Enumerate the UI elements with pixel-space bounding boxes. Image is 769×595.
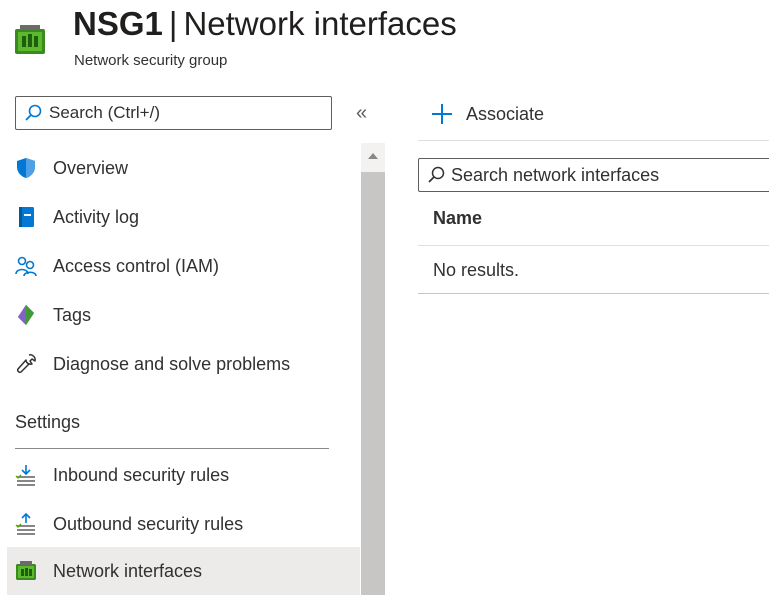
tag-icon bbox=[18, 305, 34, 325]
page-title: NSG1 | Network interfaces bbox=[73, 2, 457, 46]
sidebar-scrollbar-thumb[interactable] bbox=[361, 172, 385, 595]
network-interface-icon bbox=[16, 561, 36, 580]
search-placeholder: Search network interfaces bbox=[451, 164, 660, 185]
table-bottom-divider bbox=[418, 293, 769, 294]
sidebar-item-inbound-rules[interactable]: Inbound security rules bbox=[7, 451, 360, 499]
section-divider bbox=[15, 448, 329, 449]
sidebar-item-label: Outbound security rules bbox=[53, 513, 244, 534]
sidebar-item-label: Tags bbox=[53, 304, 92, 325]
sidebar-item-label: Network interfaces bbox=[53, 560, 203, 581]
sidebar-item-label: Activity log bbox=[53, 206, 140, 227]
sidebar-item-access-control[interactable]: Access control (IAM) bbox=[7, 242, 360, 290]
sidebar-item-label: Overview bbox=[53, 157, 129, 178]
associate-label: Associate bbox=[466, 103, 545, 124]
network-interfaces-search-input[interactable]: Search network interfaces bbox=[418, 158, 769, 192]
network-security-group-icon bbox=[14, 24, 46, 56]
section-settings-label: Settings bbox=[15, 412, 81, 432]
scroll-up-arrow-icon[interactable] bbox=[366, 150, 380, 162]
sidebar-item-label: Access control (IAM) bbox=[53, 255, 220, 276]
column-header-name[interactable]: Name bbox=[433, 208, 482, 229]
resource-name: NSG1 bbox=[73, 5, 163, 42]
sidebar-item-label: Diagnose and solve problems bbox=[53, 353, 291, 374]
table-header-divider bbox=[418, 245, 769, 246]
sidebar-search-input[interactable]: Search (Ctrl+/) bbox=[15, 96, 332, 130]
sidebar-item-tags[interactable]: Tags bbox=[7, 291, 360, 339]
title-separator: | bbox=[168, 5, 178, 42]
sidebar-item-network-interfaces[interactable]: Network interfaces bbox=[7, 547, 360, 595]
empty-state-text: No results. bbox=[433, 260, 520, 280]
sidebar-item-label: Inbound security rules bbox=[53, 464, 230, 485]
search-icon bbox=[428, 166, 445, 183]
sidebar-item-outbound-rules[interactable]: Outbound security rules bbox=[7, 500, 360, 548]
plus-icon bbox=[432, 104, 452, 124]
resource-type: Network security group bbox=[74, 52, 228, 69]
activity-log-icon bbox=[19, 207, 34, 227]
sidebar-item-overview[interactable]: Overview bbox=[7, 144, 360, 192]
shield-icon bbox=[17, 158, 35, 178]
sidebar-search-placeholder: Search (Ctrl+/) bbox=[49, 103, 160, 122]
toolbar-divider bbox=[418, 140, 769, 141]
collapse-sidebar-button[interactable]: « bbox=[356, 101, 367, 125]
page-name: Network interfaces bbox=[183, 5, 457, 42]
inbound-rules-icon bbox=[15, 465, 35, 486]
sidebar-item-activity-log[interactable]: Activity log bbox=[7, 193, 360, 241]
people-icon bbox=[15, 256, 37, 277]
wrench-icon bbox=[17, 354, 36, 373]
associate-button[interactable]: Associate bbox=[430, 98, 544, 130]
sidebar-item-diagnose[interactable]: Diagnose and solve problems bbox=[7, 340, 360, 388]
outbound-rules-icon bbox=[15, 513, 35, 535]
search-icon bbox=[25, 104, 42, 121]
